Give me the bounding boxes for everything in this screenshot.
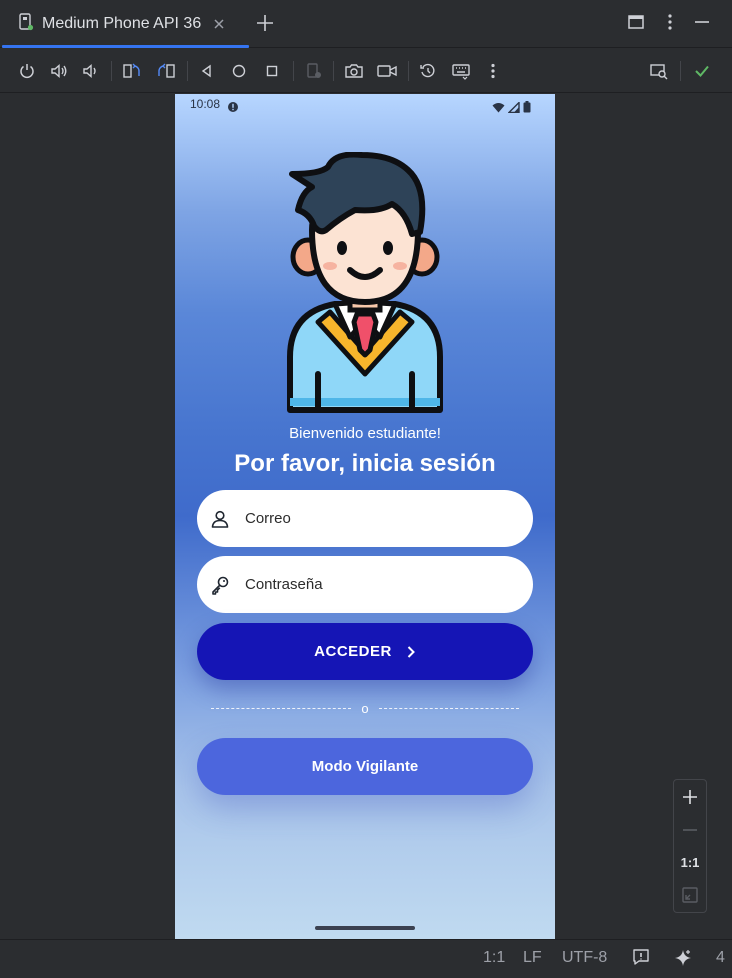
login-heading: Por favor, inicia sesión [234,450,496,477]
email-field[interactable] [197,490,533,547]
zoom-out-icon[interactable] [674,815,706,845]
divider-line-right [378,707,520,709]
login-button[interactable]: ACCEDER [197,623,533,680]
volume-down-icon[interactable] [79,60,101,82]
guard-mode-button[interactable]: Modo Vigilante [197,738,533,795]
close-tab-icon[interactable] [213,15,225,34]
fold-disabled-icon [303,60,325,82]
battery-icon [523,98,531,117]
editor-tab-bar: Medium Phone API 36 [0,0,732,48]
zoom-controls: 1:1 [673,779,707,913]
power-icon[interactable] [16,60,38,82]
tab-medium-phone[interactable]: Medium Phone API 36 [4,0,249,48]
snapshot-restore-icon[interactable] [417,60,439,82]
device-inspector-icon[interactable] [648,60,670,82]
maximize-window-icon[interactable] [626,12,646,36]
add-tab-icon[interactable] [254,12,276,38]
toolbar-separator [680,61,681,81]
toolbar-separator [187,61,188,81]
more-actions-icon[interactable] [482,60,504,82]
overview-icon[interactable] [261,60,283,82]
problems-icon[interactable] [632,948,650,971]
toolbar-separator [111,61,112,81]
email-input[interactable] [245,510,515,527]
back-icon[interactable] [196,60,218,82]
login-button-label: ACCEDER [314,643,392,660]
password-input[interactable] [245,576,515,593]
file-encoding[interactable]: UTF-8 [562,949,607,967]
minimize-window-icon[interactable] [692,12,712,36]
screen-record-icon[interactable] [376,60,398,82]
chevron-right-icon [406,645,416,659]
toolbar-separator [333,61,334,81]
caret-position[interactable]: 1:1 [483,949,505,967]
active-tab-indicator [2,45,249,48]
alert-icon [227,98,239,117]
zoom-actual-size-button[interactable]: 1:1 [674,847,706,877]
ide-status-bar: 1:1 LF UTF-8 4 [0,939,732,978]
check-icon[interactable] [691,60,713,82]
screenshot-camera-icon[interactable] [343,60,365,82]
emulator-toolbar [0,49,732,93]
divider-text: o [361,700,369,716]
student-avatar-illustration [287,152,443,413]
zoom-actual-size-label: 1:1 [680,854,700,870]
device-phone-icon [18,13,34,35]
wifi-icon [492,98,505,117]
indent-info[interactable]: 4 [716,949,725,967]
volume-up-icon[interactable] [48,60,70,82]
user-icon [209,508,231,530]
tab-title: Medium Phone API 36 [42,15,202,32]
guard-mode-button-label: Modo Vigilante [311,758,419,775]
gesture-home-indicator[interactable] [315,926,415,930]
toolbar-separator [293,61,294,81]
keyboard-icon[interactable] [450,60,472,82]
status-time: 10:08 [190,97,221,111]
phone-screen: 10:08 Bienvenido estudiante! Por favor, … [175,94,555,939]
more-options-icon[interactable] [660,12,680,36]
or-divider: o [211,699,520,717]
line-separator[interactable]: LF [523,949,542,967]
zoom-in-icon[interactable] [674,782,706,812]
signal-icon [507,98,520,117]
password-field[interactable] [197,556,533,613]
welcome-text: Bienvenido estudiante! [289,425,441,442]
android-status-bar: 10:08 [175,94,555,114]
ai-assistant-icon[interactable] [673,948,693,973]
divider-line-left [211,707,352,709]
home-icon[interactable] [228,60,250,82]
zoom-fit-icon[interactable] [674,880,706,910]
toolbar-separator [408,61,409,81]
key-icon [209,574,231,596]
rotate-right-icon[interactable] [155,60,177,82]
rotate-left-icon[interactable] [121,60,143,82]
